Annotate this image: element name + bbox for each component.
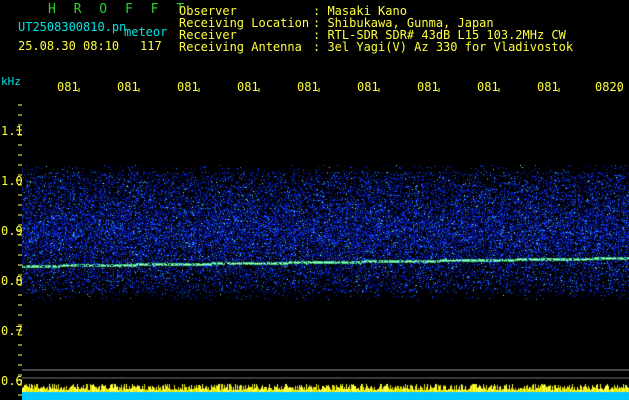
info-value-antenna: : 3el Yagi(V) Az 330 for Vladivostok [313, 40, 574, 54]
x-tick-7: 081 [417, 80, 439, 94]
spectrogram-waterfall [22, 100, 629, 400]
filename-label: UT2508300810.pn [18, 20, 127, 34]
info-label-antenna: Receiving Antenna [179, 40, 302, 54]
x-tick-2: 081 [117, 80, 139, 94]
x-tick-3: 081 [177, 80, 199, 94]
y-tick-0-6: 0.6 [1, 374, 23, 388]
x-tick-9: 081 [537, 80, 559, 94]
x-tick-10: 0820 [595, 80, 624, 94]
x-tick-5: 081 [297, 80, 319, 94]
event-count: 117 [140, 39, 162, 53]
x-tick-4: 081 [237, 80, 259, 94]
hrofft-window: H R O F F T UT2508300810.pn meteor 25.08… [0, 0, 629, 400]
y-tick-1-1: 1.1 [1, 124, 23, 138]
datetime-label: 25.08.30 08:10 [18, 39, 120, 53]
x-tick-1: 081 [57, 80, 79, 94]
y-tick-0-8: 0.8 [1, 274, 23, 288]
y-tick-1-0: 1.0 [1, 174, 23, 188]
y-tick-0-7: 0.7 [1, 324, 23, 338]
y-tick-0-9: 0.9 [1, 224, 23, 238]
x-tick-6: 081 [357, 80, 379, 94]
event-label: meteor [124, 25, 168, 39]
program-title: H R O F F T [48, 2, 190, 17]
axis-unit-label: kHz [1, 75, 21, 88]
x-tick-8: 081 [477, 80, 499, 94]
